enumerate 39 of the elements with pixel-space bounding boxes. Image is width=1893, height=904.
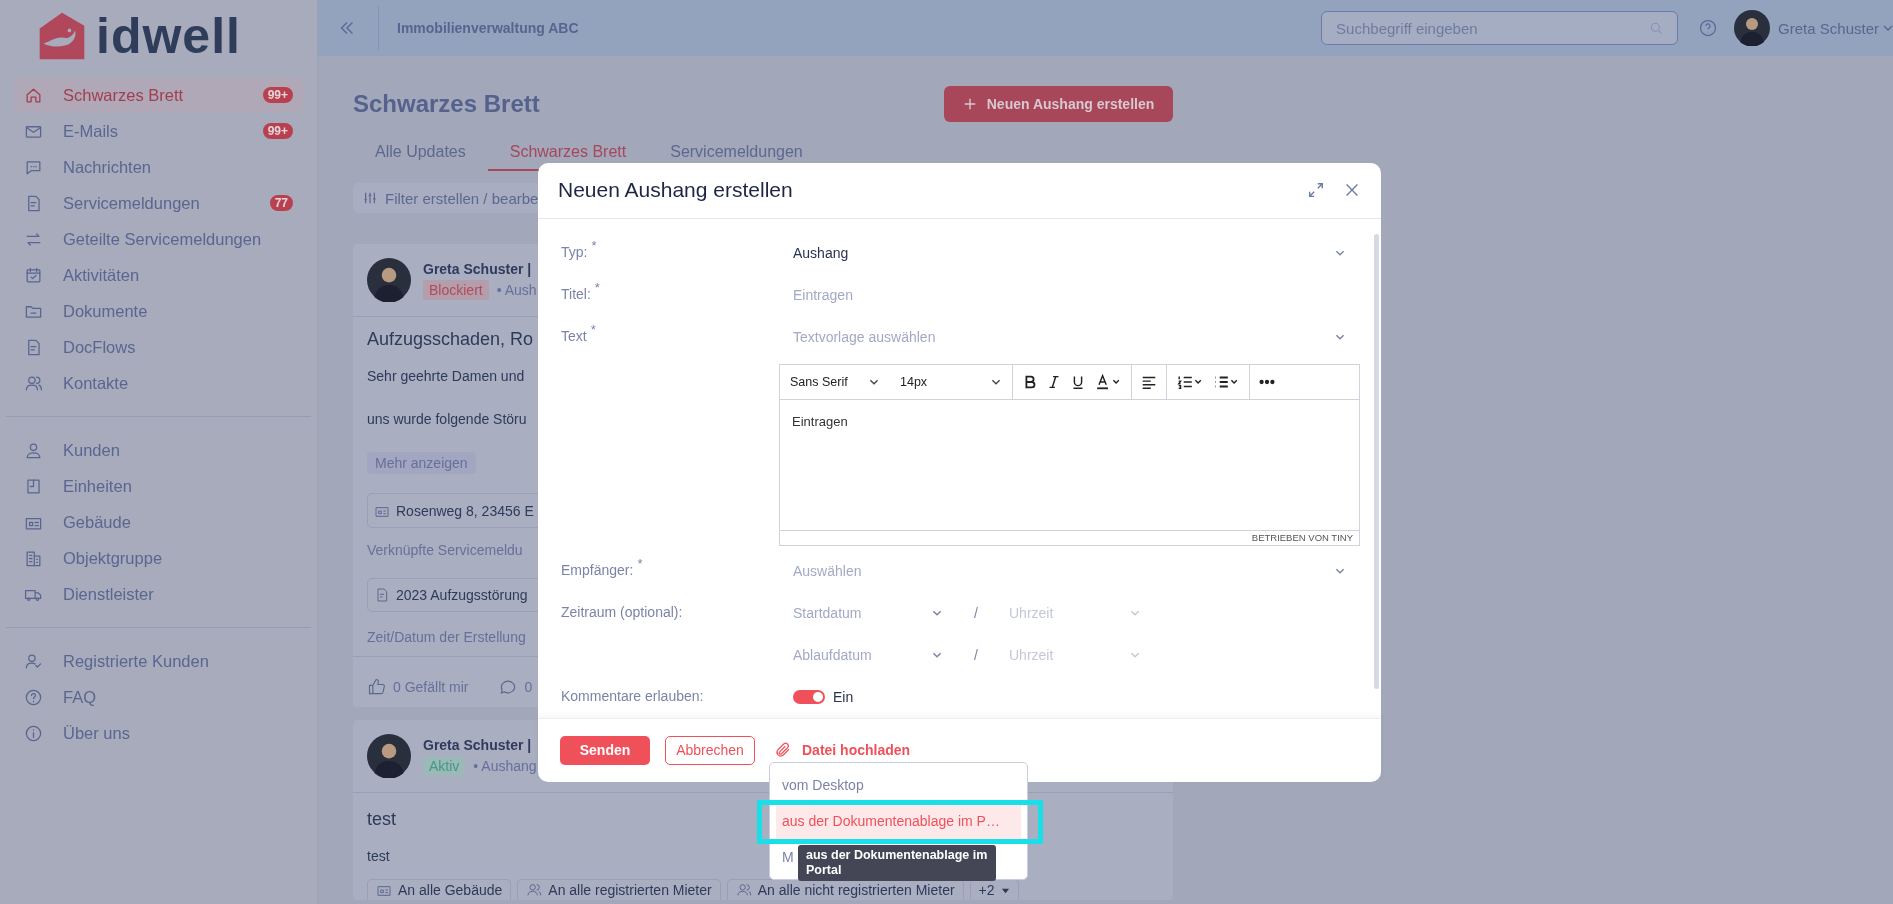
filter-label: Filter erstellen / bearbe [385, 189, 539, 207]
toggle-label: Ein [833, 688, 854, 705]
address-text: Rosenweg 8, 23456 E [396, 502, 534, 519]
recipient-text: An alle nicht registrierten Mieter [757, 882, 955, 898]
field-label: Text [561, 327, 587, 344]
required-mark: * [590, 324, 596, 335]
logo-text: idwell [96, 10, 241, 62]
post-text: uns wurde folgende Störu [367, 411, 527, 427]
page-title: Schwarzes Brett [353, 90, 540, 118]
post-title: test [367, 809, 396, 830]
tooltip: aus der Dokumentenablage im Portal [798, 845, 996, 881]
post-type: • Aushang [473, 757, 537, 774]
recipient-text: An alle registrierten Mieter [548, 882, 712, 898]
separator: / [973, 646, 979, 663]
report-title: 2023 Aufzugsstörung [396, 587, 528, 603]
author-name: Greta Schuster | [423, 260, 533, 277]
field-label: Zeitraum (optional): [561, 602, 684, 620]
created-label: Zeit/Datum der Erstellung [367, 629, 526, 645]
recipient-text: An alle Gebäude [398, 882, 503, 898]
count-badge: 99+ [262, 87, 293, 103]
section-label: Verknüpfte Servicemeldu [367, 542, 523, 558]
count-badge: 99+ [262, 123, 293, 139]
field-label: Empfänger: [561, 561, 634, 578]
required-mark: * [637, 558, 643, 569]
status-badge: Blockiert [423, 279, 489, 300]
post-title: Aufzugsschaden, Ro [367, 329, 534, 350]
post-text: test [367, 848, 390, 864]
required-mark: * [591, 240, 597, 251]
post-type: • Aush [496, 281, 537, 298]
count-badge: 77 [269, 195, 293, 211]
status-badge: Aktiv [423, 755, 466, 776]
author-name: Greta Schuster | [423, 736, 533, 753]
post-text: Sehr geehrte Damen und [367, 368, 525, 384]
field-label: Titel: [561, 285, 591, 302]
separator: / [973, 604, 979, 621]
field-label: Kommentare erlauben: [561, 686, 705, 704]
organization-name: Immobilienverwaltung ABC [397, 20, 579, 36]
field-label: Typ: [561, 243, 588, 260]
required-mark: * [594, 282, 600, 293]
